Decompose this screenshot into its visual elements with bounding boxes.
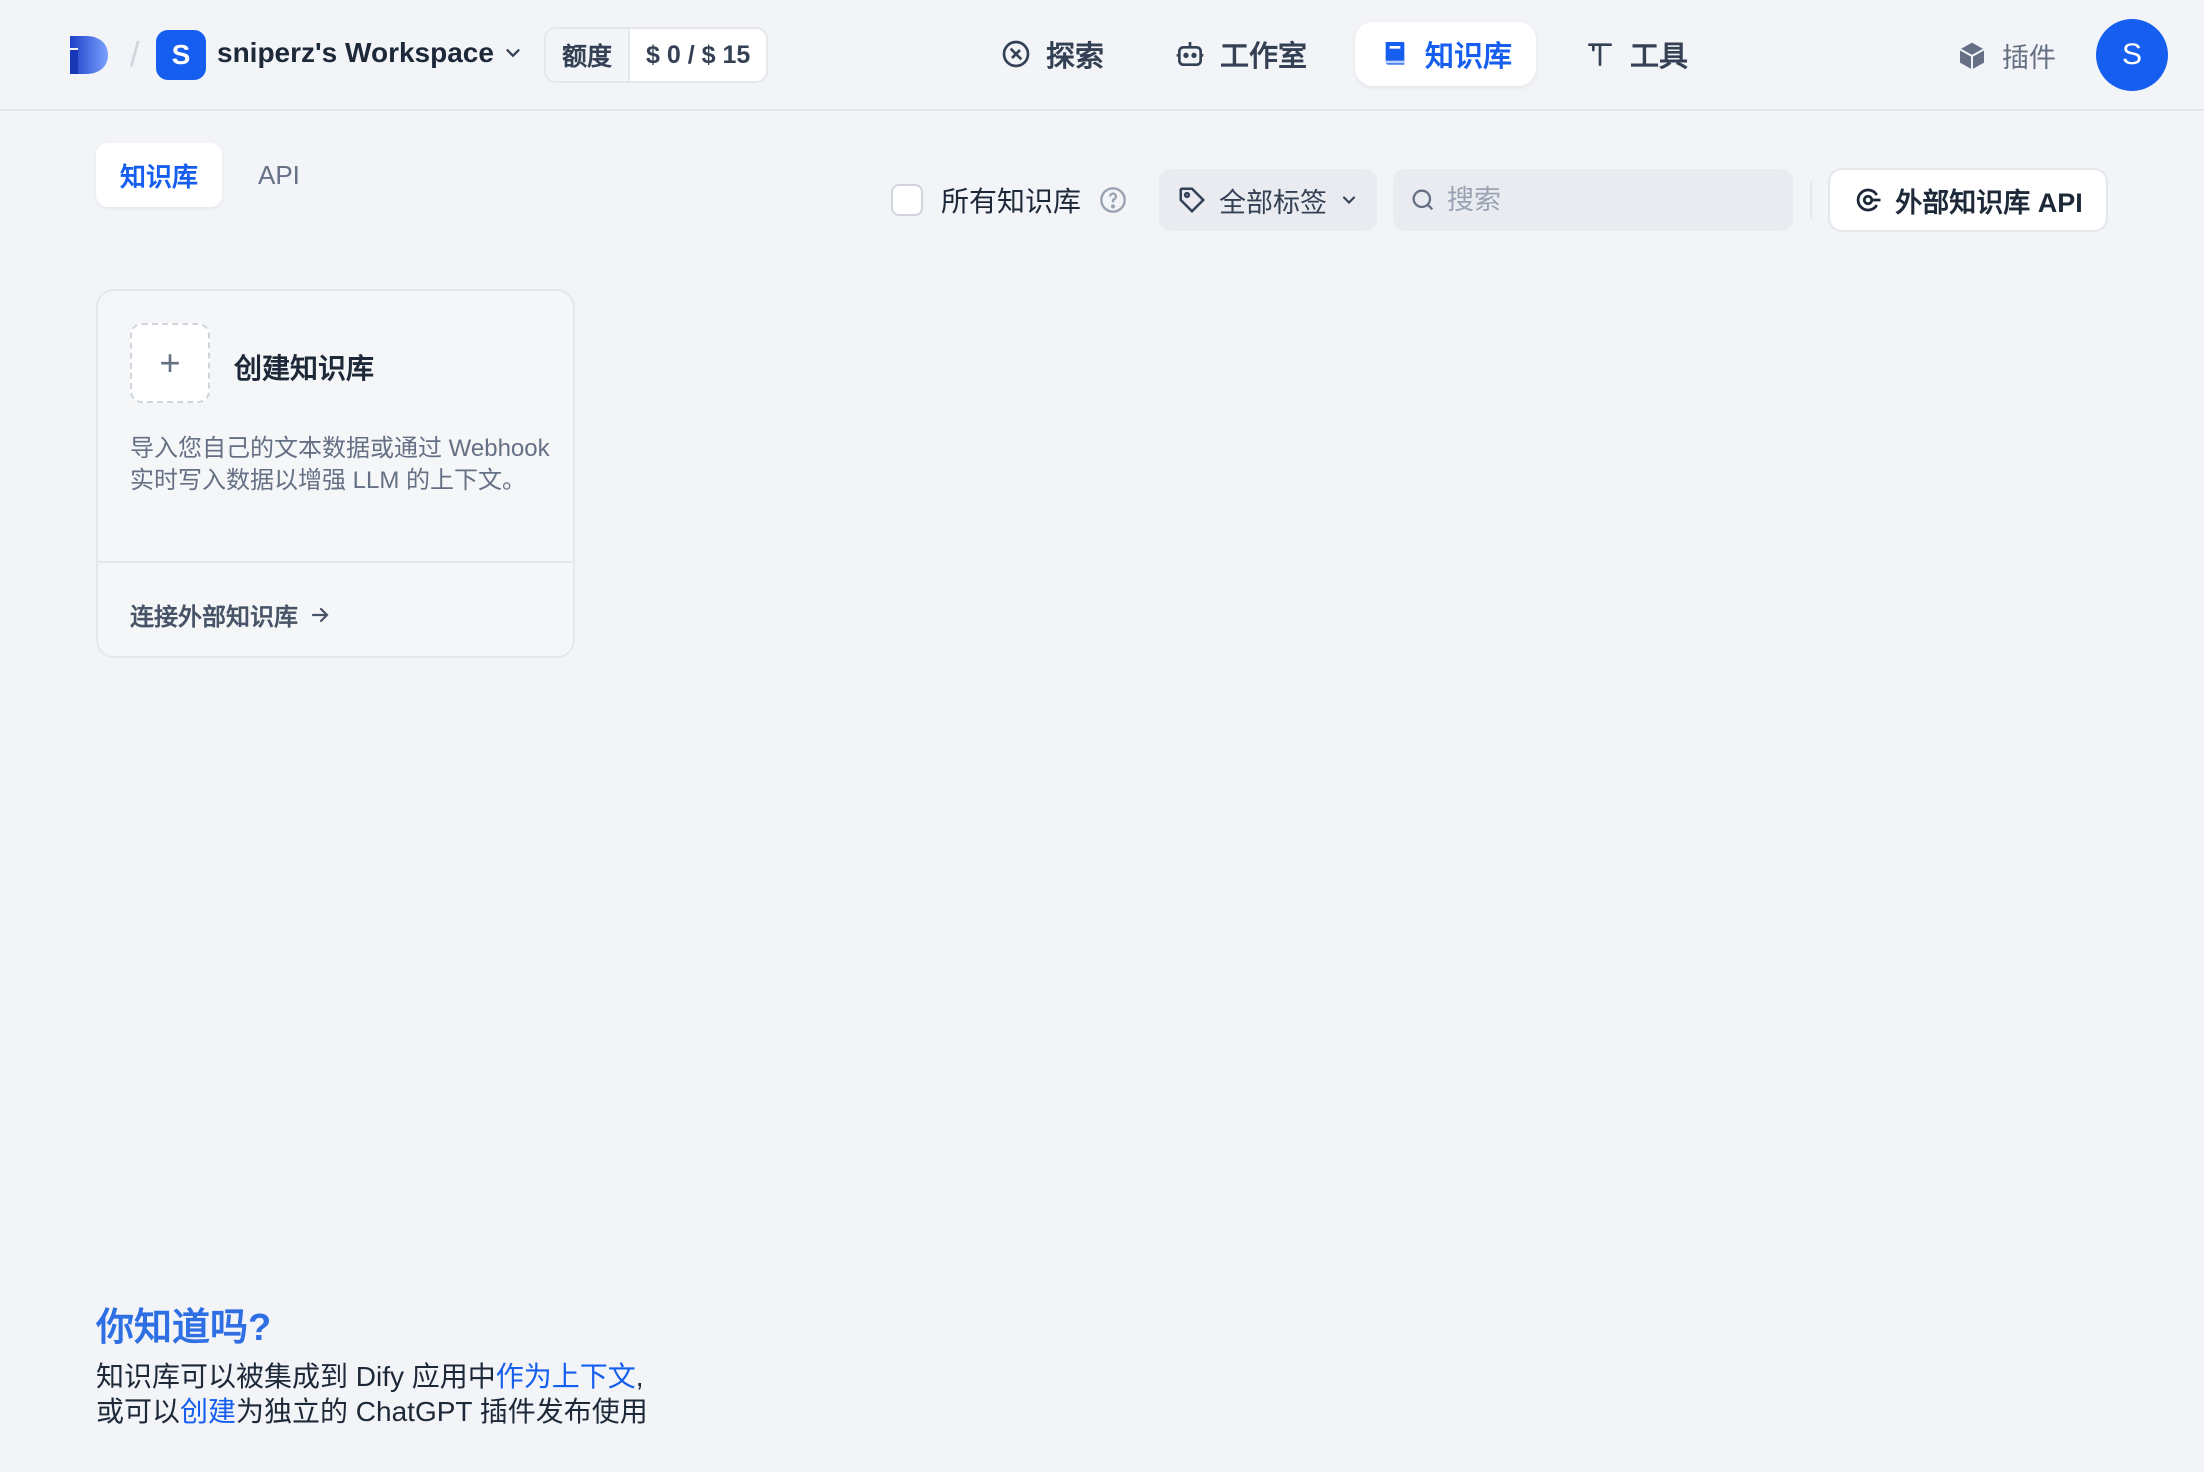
tip-title: 你知道吗?	[96, 1307, 272, 1349]
chevron-down-icon	[506, 49, 520, 58]
quota-label: 额度	[546, 29, 631, 81]
book-icon	[1385, 42, 1405, 65]
workspace-switcher[interactable]: sniperz's Workspace	[217, 37, 524, 69]
plus-icon: +	[130, 323, 210, 403]
connect-external-link[interactable]: 连接外部知识库	[130, 597, 332, 632]
external-api-label: 外部知识库 API	[1895, 187, 2083, 218]
nav-studio-label: 工作室	[1220, 41, 1308, 73]
tools-icon	[1588, 43, 1612, 66]
tab-api[interactable]: API	[234, 143, 324, 207]
external-api-button[interactable]: 外部知识库 API	[1828, 168, 2108, 232]
workspace-name: sniperz's Workspace	[217, 37, 494, 68]
api-connection-icon	[1856, 188, 1881, 212]
tip-create-link[interactable]: 创建	[180, 1396, 236, 1427]
nav-explore[interactable]: 探索	[976, 22, 1128, 86]
tip-line-1: 知识库可以被集成到 Dify 应用中作为上下文,	[96, 1355, 644, 1395]
create-dataset-title: 创建知识库	[234, 353, 375, 384]
search-icon	[1412, 189, 1434, 211]
plugins-button[interactable]: 插件	[1956, 36, 2056, 75]
tip-line-2: 或可以创建为独立的 ChatGPT 插件发布使用	[96, 1390, 648, 1430]
connect-external-label: 连接外部知识库	[130, 604, 298, 631]
plugins-label: 插件	[2002, 43, 2056, 73]
user-avatar[interactable]: S	[2096, 19, 2168, 91]
nav-tools[interactable]: 工具	[1560, 22, 1712, 86]
compass-icon	[1002, 40, 1030, 68]
robot-icon	[1176, 42, 1204, 66]
arrow-right-icon	[311, 607, 329, 622]
all-datasets-checkbox[interactable]	[891, 184, 923, 216]
all-datasets-toggle[interactable]: 所有知识库	[891, 180, 1127, 220]
nav-tools-label: 工具	[1630, 41, 1689, 73]
tag-filter-dropdown[interactable]: 全部标签	[1159, 169, 1377, 231]
tip-line-1-prefix: 知识库可以被集成到 Dify 应用中	[96, 1361, 496, 1392]
nav-studio[interactable]: 工作室	[1150, 22, 1331, 86]
toolbar-divider	[1810, 182, 1812, 218]
tag-filter-label: 全部标签	[1219, 187, 1327, 218]
chevron-down-icon	[1342, 196, 1356, 204]
tip-line-2-suffix: 为独立的 ChatGPT 插件发布使用	[236, 1396, 648, 1427]
workspace-avatar[interactable]: S	[156, 30, 206, 80]
tag-icon	[1179, 187, 1206, 214]
create-dataset-card[interactable]: + 创建知识库 导入您自己的文本数据或通过 Webhook 实时写入数据以增强 …	[96, 289, 575, 658]
top-header: / S sniperz's Workspace 额度 $ 0 / $ 15 探索…	[0, 0, 2204, 111]
search-box[interactable]	[1393, 169, 1793, 231]
breadcrumb-separator: /	[130, 36, 140, 74]
search-input[interactable]	[1447, 184, 1777, 216]
nav-datasets-label: 知识库	[1425, 41, 1513, 73]
tab-datasets[interactable]: 知识库	[96, 143, 223, 207]
create-dataset-description: 导入您自己的文本数据或通过 Webhook 实时写入数据以增强 LLM 的上下文…	[130, 435, 550, 494]
cube-icon	[1959, 42, 1985, 69]
tip-context-link[interactable]: 作为上下文	[496, 1361, 636, 1392]
tip-line-2-prefix: 或可以	[96, 1396, 181, 1427]
nav-datasets[interactable]: 知识库	[1355, 22, 1537, 86]
tip-line-1-suffix: ,	[635, 1361, 644, 1392]
card-divider	[98, 561, 573, 563]
all-datasets-label: 所有知识库	[941, 186, 1082, 217]
quota-badge[interactable]: 额度 $ 0 / $ 15	[544, 27, 769, 83]
nav-explore-label: 探索	[1046, 41, 1105, 73]
help-circle-icon[interactable]	[1099, 186, 1127, 214]
quota-value: $ 0 / $ 15	[646, 40, 751, 69]
dify-logo-icon[interactable]	[66, 34, 110, 76]
